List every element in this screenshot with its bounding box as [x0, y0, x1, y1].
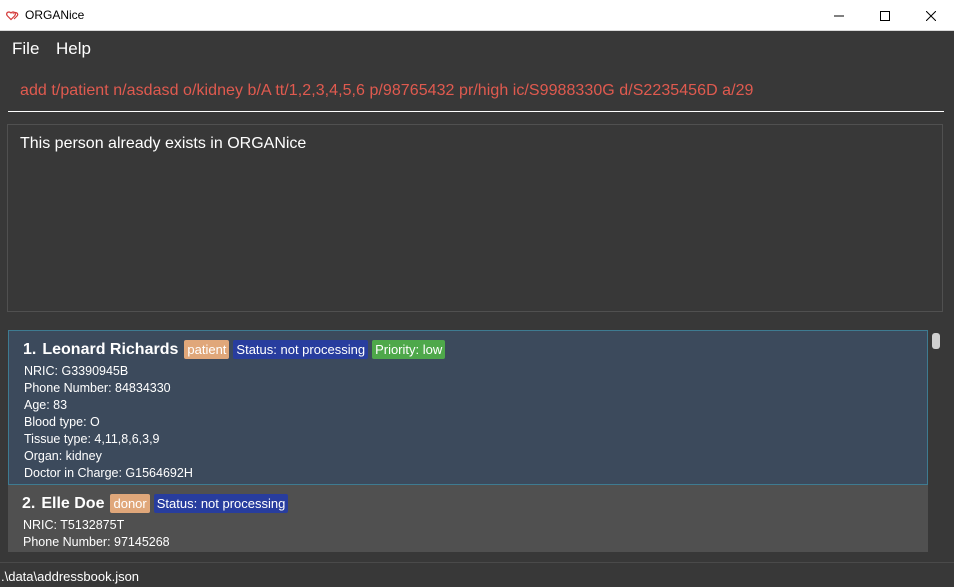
menu-help[interactable]: Help: [56, 39, 91, 59]
person-blood-type: Blood type: O: [24, 415, 100, 429]
priority-tag: Priority: low: [372, 340, 446, 359]
person-phone: Phone Number: 97145268: [23, 535, 170, 549]
list-scrollbar[interactable]: [930, 330, 942, 552]
person-details: NRIC: T5132875T Phone Number: 97145268: [23, 517, 170, 551]
person-card[interactable]: 1. Leonard Richards patient Status: not …: [8, 330, 928, 485]
save-location: .\data\addressbook.json: [1, 569, 140, 584]
title-bar: ORGANice: [0, 0, 954, 31]
menu-file[interactable]: File: [12, 39, 39, 59]
window-title: ORGANice: [25, 8, 85, 22]
menu-bar: File Help: [0, 31, 954, 64]
heart-icon: [5, 9, 21, 23]
person-age: Age: 83: [24, 398, 68, 412]
status-tag: Status: not processing: [233, 340, 369, 359]
person-index: 1.: [23, 340, 37, 358]
person-doctor: Doctor in Charge: G1564692H: [24, 466, 193, 480]
person-phone: Phone Number: 84834330: [24, 381, 171, 395]
command-input[interactable]: add t/patient n/asdasd o/kidney b/A tt/1…: [20, 82, 930, 100]
type-tag: donor: [110, 494, 150, 513]
command-box[interactable]: add t/patient n/asdasd o/kidney b/A tt/1…: [8, 70, 944, 112]
card-header: 1. Leonard Richards patient Status: not …: [23, 340, 449, 359]
person-list: 1. Leonard Richards patient Status: not …: [0, 318, 954, 562]
maximize-button[interactable]: [862, 0, 908, 31]
person-name: Elle Doe: [41, 494, 105, 512]
close-icon: [926, 10, 936, 21]
person-nric: NRIC: T5132875T: [23, 518, 125, 532]
type-tag: patient: [184, 340, 230, 359]
scroll-thumb[interactable]: [932, 333, 940, 349]
person-nric: NRIC: G3390945B: [24, 364, 129, 378]
person-tissue-type: Tissue type: 4,11,8,6,3,9: [24, 432, 160, 446]
person-organ: Organ: kidney: [24, 449, 102, 463]
status-tag: Status: not processing: [153, 494, 289, 513]
result-display: This person already exists in ORGANice: [7, 124, 943, 312]
person-details: NRIC: G3390945B Phone Number: 84834330 A…: [24, 363, 193, 482]
close-button[interactable]: [908, 0, 954, 31]
person-index: 2.: [22, 494, 36, 512]
status-bar: .\data\addressbook.json: [0, 562, 954, 587]
person-name: Leonard Richards: [42, 340, 179, 358]
card-header: 2. Elle Doe donor Status: not processing: [22, 494, 292, 513]
person-card[interactable]: 2. Elle Doe donor Status: not processing…: [8, 485, 928, 552]
result-message: This person already exists in ORGANice: [20, 135, 307, 152]
minimize-button[interactable]: [816, 0, 862, 31]
maximize-icon: [880, 10, 890, 21]
minimize-icon: [834, 15, 844, 16]
